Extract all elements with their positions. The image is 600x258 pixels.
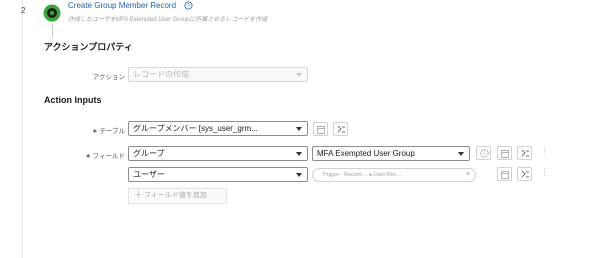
group-script-button[interactable]	[517, 146, 532, 160]
chevron-down-icon	[458, 152, 464, 156]
chevron-down-icon	[296, 73, 302, 77]
table-label-text: テーブル	[99, 128, 125, 135]
left-gutter-divider	[22, 0, 23, 258]
script-icon	[521, 149, 529, 157]
required-mark: ∗	[85, 153, 91, 160]
action-select-value: レコードの作成	[133, 70, 189, 79]
chevron-down-icon	[296, 152, 302, 156]
svg-text:?: ?	[187, 3, 190, 9]
action-select: レコードの作成	[128, 67, 308, 82]
add-field-value-button[interactable]: 十 フィールド値を追加	[128, 188, 227, 204]
remove-row-icon[interactable]: ⋮	[540, 167, 549, 178]
chevron-down-icon	[296, 173, 302, 177]
create-record-icon	[43, 4, 61, 22]
field-name-value: グループ	[133, 149, 165, 158]
step-title-link[interactable]: Create Group Member Record	[68, 1, 176, 10]
datapill-icon	[317, 126, 325, 134]
help-icon[interactable]: ?	[184, 1, 193, 10]
table-label: ∗ テーブル	[45, 125, 125, 135]
field-name-select-group[interactable]: グループ	[128, 146, 308, 161]
table-select-value: グループメンバー [sys_user_grm...	[133, 124, 258, 133]
field-value: MFA Exempted User Group	[317, 149, 415, 158]
field-name-value: ユーザー	[133, 170, 165, 179]
step-connector-line	[52, 24, 53, 38]
chevron-down-icon	[296, 127, 302, 131]
fields-label: ∗ フィールド	[45, 150, 125, 160]
field-name-select-user[interactable]: ユーザー	[128, 167, 308, 182]
script-icon	[337, 125, 345, 133]
info-button[interactable]	[476, 146, 491, 160]
step-description: 作成したユーザをMFA Exempted User Groupに所属させるレコー…	[68, 17, 268, 23]
remove-row-icon[interactable]: ⋮	[540, 146, 549, 157]
step-number: 2	[21, 6, 26, 15]
field-value-select-group[interactable]: MFA Exempted User Group	[312, 146, 470, 161]
datapill-icon	[501, 150, 509, 158]
action-properties-heading: アクションプロパティ	[44, 42, 133, 52]
table-script-button[interactable]	[333, 122, 348, 136]
fields-label-text: フィールド	[92, 153, 125, 160]
close-icon[interactable]: ×	[466, 169, 470, 181]
trigger-user-datapill[interactable]: Trigger - Record ... ▸ User Rec... ×	[312, 168, 476, 182]
action-inputs-heading: Action Inputs	[44, 95, 102, 105]
group-datapill-button[interactable]	[497, 146, 512, 160]
datapill-text: Trigger - Record ... ▸ User Rec...	[322, 172, 402, 178]
user-datapill-button[interactable]	[497, 167, 512, 181]
script-icon	[521, 170, 529, 178]
action-label: アクション	[92, 74, 125, 81]
table-datapill-button[interactable]	[313, 122, 328, 136]
required-mark: ∗	[92, 128, 98, 135]
info-icon	[480, 149, 489, 158]
datapill-icon	[501, 171, 509, 179]
user-script-button[interactable]	[517, 167, 532, 181]
table-select[interactable]: グループメンバー [sys_user_grm...	[128, 121, 308, 136]
